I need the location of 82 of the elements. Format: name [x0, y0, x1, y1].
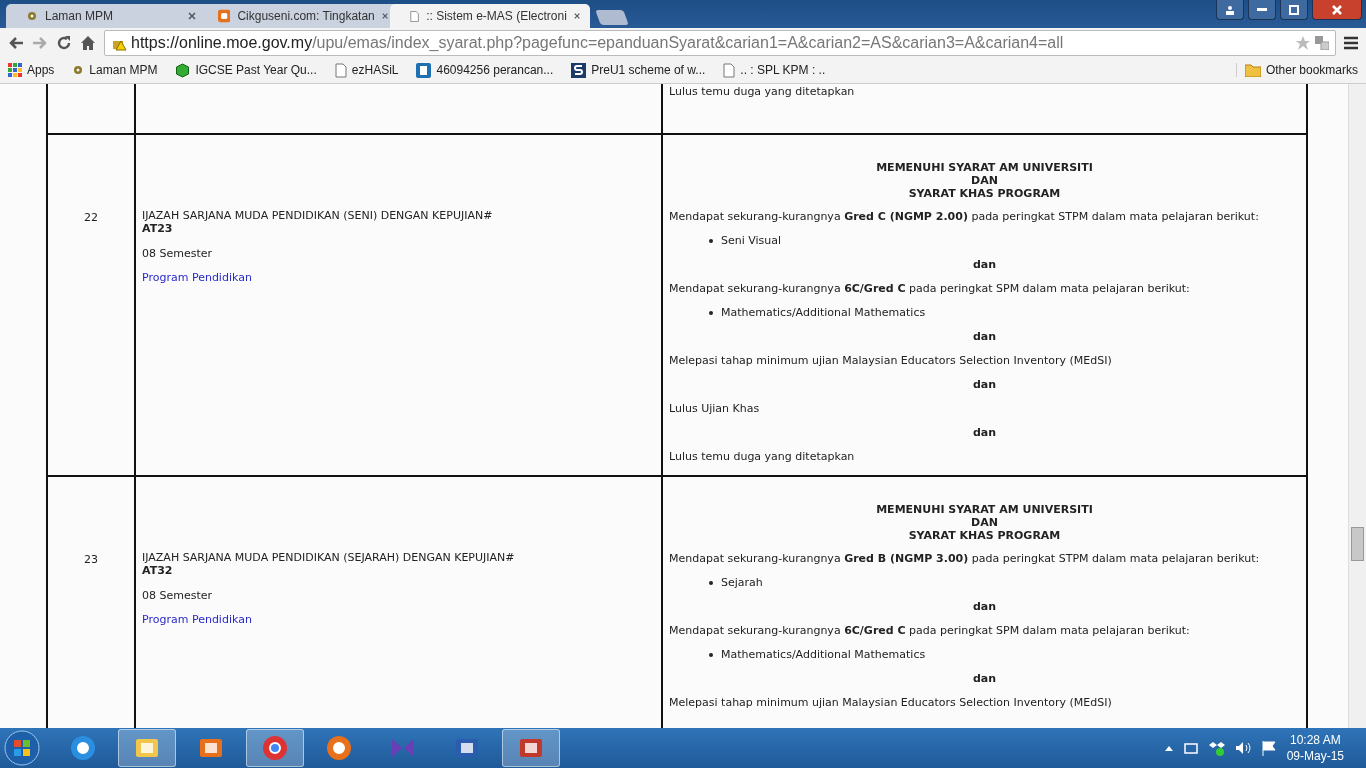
- person-icon: [1225, 4, 1235, 15]
- program-code: AT32: [142, 564, 174, 577]
- conjunction-text: dan: [971, 426, 998, 439]
- flag-icon[interactable]: [1260, 740, 1277, 756]
- taskbar-button[interactable]: [246, 729, 304, 767]
- bookmark-link[interactable]: Laman MPM: [72, 63, 158, 77]
- new-tab-button[interactable]: [595, 10, 629, 25]
- bullet-icon: [709, 238, 713, 243]
- star-icon[interactable]: [1295, 34, 1311, 51]
- document-icon: [416, 62, 432, 78]
- browser-tab[interactable]: :: Sistem e-MAS (Electroni: [390, 4, 590, 28]
- row-number: 22: [83, 211, 99, 224]
- taskbar-button[interactable]: [502, 729, 560, 767]
- translate-icon[interactable]: [1315, 35, 1329, 50]
- conjunction-text: dan: [971, 672, 998, 685]
- bookmark-link[interactable]: ezHASiL: [334, 62, 399, 78]
- program-link[interactable]: Program Pendidikan: [142, 613, 655, 626]
- bookmark-link[interactable]: 46094256 perancan...: [416, 62, 554, 78]
- bullet-icon: [709, 310, 713, 315]
- bookmark-link[interactable]: Apps: [8, 63, 55, 77]
- volume-icon[interactable]: [1234, 740, 1251, 756]
- subject-item: Sejarah: [721, 576, 763, 589]
- bookmark-link[interactable]: .. : SPL KPM : ..: [723, 62, 826, 78]
- address-bar[interactable]: https://online.moe.gov.my/upu/emas/index_syarat.php?pagefunc=epanduanSyarat&carian1=A&carian2=AS&carian3=A&carian4=all: [104, 29, 1336, 56]
- close-icon: [1332, 4, 1342, 15]
- close-icon[interactable]: [573, 12, 580, 20]
- clock[interactable]: 10:28 AM 09-May-15: [1286, 732, 1344, 764]
- apps-grid-icon: [8, 63, 22, 77]
- bullet-icon: [709, 652, 713, 657]
- bookmark-link[interactable]: PreU1 scheme of w...: [571, 62, 706, 78]
- program-duration: 08 Semester: [142, 247, 214, 260]
- taskbar-button[interactable]: [118, 729, 176, 767]
- conjunction-text: dan: [971, 330, 998, 343]
- conjunction-text: dan: [971, 600, 998, 613]
- conjunction-text: dan: [971, 258, 998, 271]
- scrollbar-thumb[interactable]: [1351, 527, 1364, 561]
- minimize-button[interactable]: [1248, 0, 1276, 20]
- page-icon: [723, 62, 736, 78]
- requirement-text: Lulus Ujian Khas: [669, 402, 761, 415]
- subject-item: Mathematics/Additional Mathematics: [721, 648, 926, 661]
- page-icon: [410, 8, 420, 24]
- network-icon[interactable]: [1182, 740, 1199, 756]
- restore-icon: [1289, 4, 1299, 15]
- close-window-button[interactable]: [1312, 0, 1362, 20]
- requirement-text: Melepasi tahap minimum ujian Malaysian Educators Selection Inventory (MEdSI): [669, 354, 1113, 367]
- close-icon[interactable]: [188, 12, 196, 20]
- page-icon: [334, 62, 347, 78]
- subject-item: Mathematics/Additional Mathematics: [721, 306, 926, 319]
- reload-icon[interactable]: [56, 34, 72, 51]
- profile-button[interactable]: [1216, 0, 1244, 20]
- s-logo-icon: [571, 62, 587, 78]
- blogger-icon: [218, 8, 231, 24]
- subject-item: Seni Visual: [721, 234, 782, 247]
- caret-up-icon[interactable]: [1164, 745, 1173, 751]
- requirement-text: Mendapat sekurang-kurangnya 6C/Gred C pada peringkat SPM dalam mata pelajaran berikut:: [669, 282, 1191, 295]
- requirement-heading: MEMENUHI SYARAT AM UNIVERSITI DAN SYARAT KHAS PROGRAM: [875, 503, 1094, 542]
- bullet-icon: [709, 580, 713, 585]
- close-icon[interactable]: [381, 12, 388, 20]
- requirement-heading: MEMENUHI SYARAT AM UNIVERSITI DAN SYARAT KHAS PROGRAM: [875, 161, 1094, 200]
- menu-icon[interactable]: [1344, 35, 1358, 50]
- other-bookmarks-link[interactable]: Other bookmarks: [1235, 63, 1358, 77]
- requirement-text: Mendapat sekurang-kurangnya Gred C (NGMP 2.00) pada peringkat STPM dalam mata pelajaran berikut:: [669, 210, 1260, 223]
- minimize-icon: [1257, 7, 1267, 12]
- program-link[interactable]: Program Pendidikan: [142, 271, 655, 284]
- program-duration: 08 Semester: [142, 589, 214, 602]
- restore-button[interactable]: [1280, 0, 1308, 20]
- requirement-text: Lulus temu duga yang ditetapkan: [669, 450, 856, 463]
- conjunction-text: dan: [971, 378, 998, 391]
- back-icon[interactable]: [8, 35, 24, 50]
- cube-icon: [175, 62, 191, 78]
- home-icon[interactable]: [80, 34, 96, 51]
- start-button[interactable]: [4, 730, 40, 766]
- requirement-text: Mendapat sekurang-kurangnya 6C/Gred C pada peringkat SPM dalam mata pelajaran berikut:: [669, 624, 1191, 637]
- requirement-text: Melepasi tahap minimum ujian Malaysian Educators Selection Inventory (MEdSI): [669, 696, 1113, 709]
- scrollbar[interactable]: [1348, 84, 1366, 728]
- bookmark-link[interactable]: IGCSE Past Year Qu...: [175, 62, 317, 78]
- requirement-text: Lulus temu duga yang ditetapkan: [669, 85, 856, 98]
- program-code: AT23: [142, 222, 174, 235]
- program-title: IJAZAH SARJANA MUDA PENDIDIKAN (SENI) DENGAN KEPUJIAN#: [142, 209, 494, 222]
- program-title: IJAZAH SARJANA MUDA PENDIDIKAN (SEJARAH) DENGAN KEPUJIAN#: [142, 551, 516, 564]
- requirement-text: Mendapat sekurang-kurangnya Gred B (NGMP 3.00) pada peringkat STPM dalam mata pelajaran berikut:: [669, 552, 1261, 565]
- row-number: 23: [83, 553, 99, 566]
